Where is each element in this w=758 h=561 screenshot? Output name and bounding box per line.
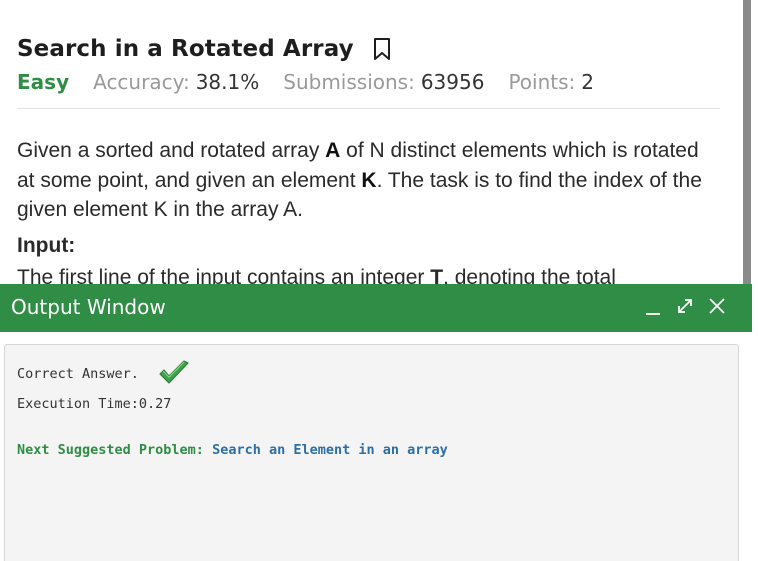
checkmark-icon: [159, 360, 189, 384]
scrollbar-thumb[interactable]: [743, 0, 751, 290]
expand-icon[interactable]: [674, 295, 696, 317]
accuracy-label: Accuracy:: [93, 70, 190, 94]
statement-text: Given a sorted and rotated array: [17, 139, 326, 162]
output-window: Output Window Correct Answer. Execution …: [0, 284, 752, 561]
result-text: Correct Answer.: [17, 366, 139, 382]
statement-bold-k: K: [361, 168, 377, 192]
next-suggested-label: Next Suggested Problem:: [17, 442, 204, 458]
next-suggested-problem: Next Suggested Problem: Search an Elemen…: [17, 442, 448, 458]
submissions-value: 63956: [420, 70, 485, 94]
problem-statement: Given a sorted and rotated array A of N …: [17, 136, 720, 225]
output-console: Correct Answer. Execution Time:0.27 Next…: [4, 344, 739, 561]
close-icon[interactable]: [706, 295, 728, 317]
page: Search in a Rotated Array Easy Accuracy:…: [0, 0, 758, 561]
output-window-header[interactable]: Output Window: [0, 284, 752, 332]
execution-time: Execution Time:0.27: [17, 396, 172, 412]
points-value: 2: [581, 70, 595, 94]
output-window-title: Output Window: [11, 295, 166, 319]
divider: [17, 108, 720, 109]
minimize-icon[interactable]: [642, 295, 664, 317]
submissions-label: Submissions:: [283, 70, 415, 94]
points-label: Points:: [508, 70, 576, 94]
problem-title: Search in a Rotated Array: [17, 36, 354, 62]
statement-bold-a: A: [325, 139, 341, 162]
difficulty-badge: Easy: [17, 70, 70, 94]
next-suggested-link[interactable]: Search an Element in an array: [212, 442, 448, 458]
input-heading: Input:: [17, 234, 76, 257]
problem-meta: Easy Accuracy: 38.1% Submissions: 63956 …: [17, 70, 618, 94]
bookmark-icon[interactable]: [372, 37, 392, 61]
accuracy-value: 38.1%: [195, 70, 260, 94]
title-row: Search in a Rotated Array: [17, 36, 392, 62]
